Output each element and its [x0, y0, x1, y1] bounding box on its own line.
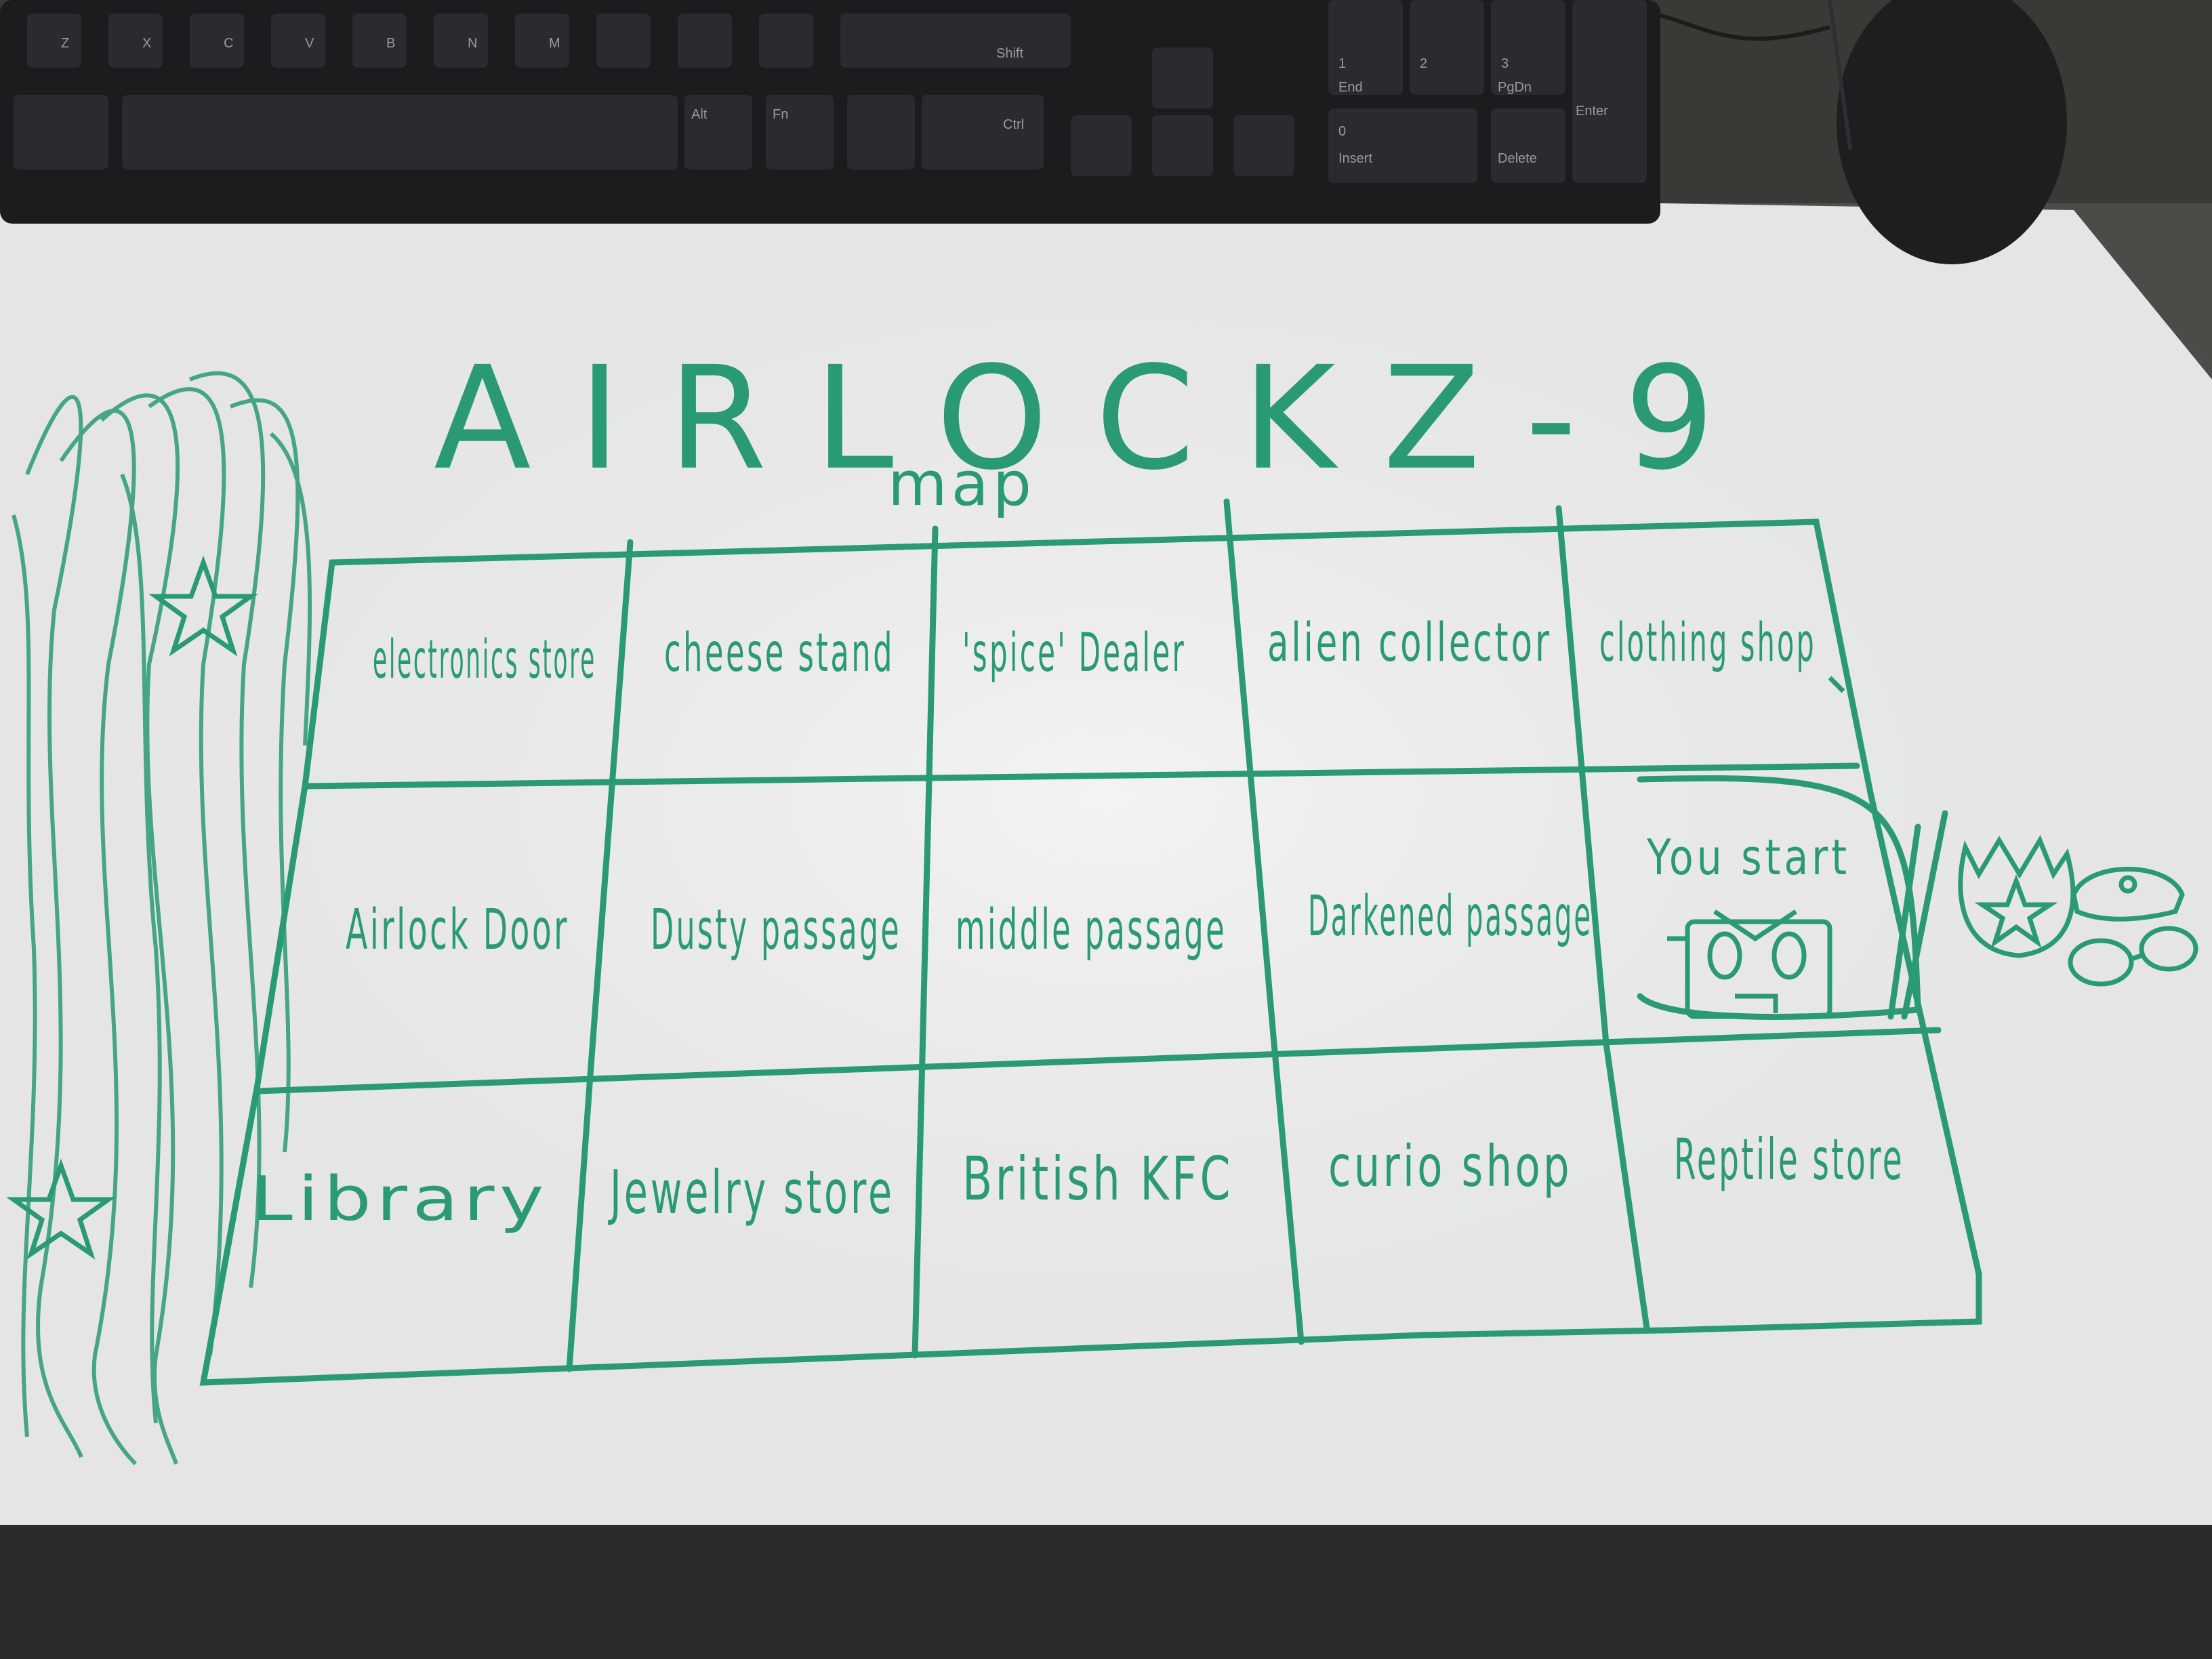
key-0: 0	[1338, 124, 1346, 139]
key-delete: Delete	[1498, 151, 1537, 166]
key-z: Z	[61, 36, 69, 51]
photo-scene: Z X C V B N M Alt Fn Ctrl Shift Enter En…	[0, 0, 2212, 1659]
page-title: AIRLOCKZ-9	[434, 335, 1762, 501]
key-pgdn: PgDn	[1498, 80, 1532, 95]
key-1: 1	[1338, 56, 1346, 71]
key-alt: Alt	[691, 107, 708, 122]
map-subtitle: map	[888, 449, 1036, 520]
key-enter: Enter	[1576, 104, 1608, 119]
key-shift: Shift	[996, 46, 1023, 61]
cell-airlock-door: Airlock Door	[346, 898, 569, 962]
key-m: M	[549, 36, 560, 51]
cell-reptile-store: Reptile store	[1674, 1126, 1904, 1193]
cell-library: Library	[251, 1164, 549, 1235]
key-n: N	[468, 36, 477, 51]
cell-darkened-passage: Darkened passage	[1308, 884, 1593, 949]
key-v: V	[305, 36, 314, 51]
key-x: X	[142, 36, 151, 51]
cell-british-kfc: British KFC	[962, 1144, 1233, 1214]
keyboard: Z X C V B N M Alt Fn Ctrl Shift Enter En…	[0, 0, 1830, 224]
cell-middle-passage: middle passage	[956, 898, 1227, 962]
key-end: End	[1338, 80, 1363, 95]
cell-curio-shop: curio shop	[1328, 1133, 1572, 1200]
key-b: B	[386, 36, 395, 51]
cell-jewelry-store: Jewelry store	[608, 1158, 895, 1227]
cell-dusty-passage: Dusty passage	[651, 898, 901, 962]
key-2: 2	[1420, 56, 1427, 71]
key-c: C	[224, 36, 233, 51]
key-3: 3	[1501, 56, 1509, 71]
key-fn: Fn	[773, 107, 788, 122]
cell-alien-collector: alien collector	[1267, 613, 1552, 674]
cell-spice-dealer: 'spice' Dealer	[962, 623, 1186, 684]
cell-you-start: You start	[1646, 829, 1850, 886]
cell-clothing-shop: clothing shop	[1599, 613, 1816, 674]
cell-cheese-stand: cheese stand	[664, 623, 895, 684]
cell-electronics-store: electronics store	[373, 630, 596, 691]
key-ctrl: Ctrl	[1003, 117, 1024, 132]
key-insert: Insert	[1338, 151, 1372, 166]
